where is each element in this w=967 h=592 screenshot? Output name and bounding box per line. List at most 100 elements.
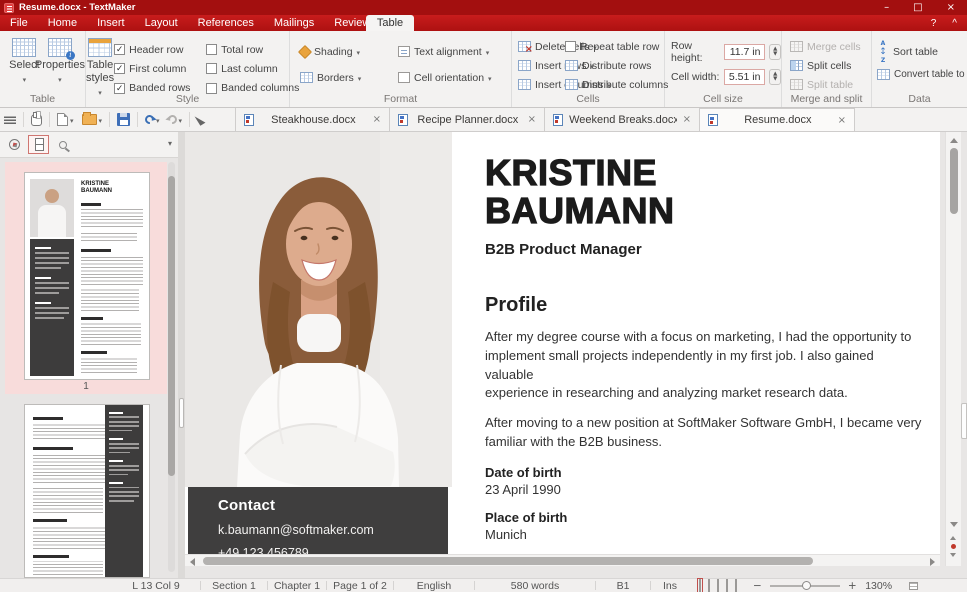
cell-width-stepper[interactable]: ▲▼ xyxy=(769,69,781,85)
check-first-column[interactable]: ✓First column xyxy=(114,59,206,78)
splitter-grip[interactable] xyxy=(179,398,184,428)
zoom-out-button[interactable]: − xyxy=(753,580,762,592)
open-folder-icon xyxy=(82,114,97,125)
vertical-scrollbar-thumb[interactable] xyxy=(950,148,958,214)
section-indicator[interactable]: Section 1 xyxy=(201,580,267,592)
menu-home[interactable]: Home xyxy=(38,15,87,31)
distribute-columns-button[interactable]: Distribute columns xyxy=(565,75,664,94)
sidebar-scrollbar[interactable] xyxy=(168,162,175,572)
cell-reference[interactable]: B1 xyxy=(596,580,650,592)
split-cells-button[interactable]: Split cells xyxy=(790,56,871,75)
help-button[interactable]: ? xyxy=(931,18,937,29)
chevron-down-icon xyxy=(70,114,74,126)
minimize-button[interactable]: – xyxy=(884,2,889,13)
horizontal-scrollbar-thumb[interactable] xyxy=(203,557,813,565)
properties-button[interactable]: Properties xyxy=(35,31,85,85)
close-tab-icon[interactable]: × xyxy=(373,114,381,125)
reading-view-button[interactable] xyxy=(726,580,728,592)
search-button[interactable] xyxy=(52,135,73,154)
page2-thumbnail[interactable] xyxy=(24,404,150,578)
zoom-slider-handle[interactable] xyxy=(802,581,811,590)
menu-file[interactable]: File xyxy=(0,15,38,31)
repeat-table-row-check[interactable]: Repeat table row xyxy=(565,37,664,56)
sort-table-button[interactable]: A↕Z Sort table xyxy=(877,41,967,63)
doc-tab-resume[interactable]: Resume.docx × xyxy=(700,108,855,131)
resume-page[interactable]: Contact k.baumann@softmaker.com +49 123 … xyxy=(185,132,940,566)
scroll-right-arrow[interactable] xyxy=(930,558,935,566)
page-indicator[interactable]: Page 1 of 2 xyxy=(327,580,393,592)
zoom-level[interactable]: 130% xyxy=(857,580,901,592)
chapter-indicator[interactable]: Chapter 1 xyxy=(268,580,326,592)
convert-table-button[interactable]: Convert table to text xyxy=(877,63,967,85)
chevron-down-icon xyxy=(357,46,361,58)
scroll-down-arrow[interactable] xyxy=(950,522,958,527)
split-window-grip[interactable] xyxy=(961,403,967,439)
zoom-slider[interactable] xyxy=(770,585,840,587)
zoom-options-icon[interactable] xyxy=(909,582,918,590)
horizontal-scrollbar[interactable] xyxy=(185,554,940,566)
doc-tab-steakhouse[interactable]: Steakhouse.docx × xyxy=(235,108,390,131)
redo-button[interactable] xyxy=(164,108,187,131)
sidebar-toggle-button[interactable] xyxy=(0,108,20,131)
page1-number: 1 xyxy=(5,381,167,392)
word-count[interactable]: 580 words xyxy=(475,580,595,592)
fullscreen-view-button[interactable] xyxy=(717,580,719,592)
close-button[interactable]: × xyxy=(947,2,955,13)
next-page-button[interactable] xyxy=(950,553,956,557)
maximize-button[interactable]: □ xyxy=(913,2,922,13)
close-tab-icon[interactable]: × xyxy=(528,114,536,125)
continuous-view-button[interactable] xyxy=(708,580,710,592)
collapse-ribbon-button[interactable]: ^ xyxy=(952,18,957,29)
doc-tab-recipe-planner[interactable]: Recipe Planner.docx × xyxy=(390,108,545,131)
close-tab-icon[interactable]: × xyxy=(683,114,691,125)
profile-paragraph-2: After moving to a new position at SoftMa… xyxy=(485,414,925,451)
menu-mailings[interactable]: Mailings xyxy=(264,15,324,31)
zoom-in-button[interactable]: + xyxy=(848,580,857,592)
tab-table-context[interactable]: Table xyxy=(366,15,414,31)
chevron-down-icon xyxy=(99,114,103,126)
book-view-button[interactable] xyxy=(735,580,737,592)
normal-view-button[interactable] xyxy=(699,580,701,592)
cell-width-input[interactable]: 5.51 in xyxy=(724,69,765,85)
row-height-stepper[interactable]: ▲▼ xyxy=(769,44,781,60)
page1-thumbnail-selected[interactable]: KRISTINEBAUMANN 1 xyxy=(5,162,167,394)
menu-insert[interactable]: Insert xyxy=(87,15,135,31)
cursor-position[interactable]: L 13 Col 9 xyxy=(112,580,200,592)
pan-tool-button[interactable] xyxy=(27,108,46,131)
menu-references[interactable]: References xyxy=(188,15,264,31)
previous-page-button[interactable] xyxy=(950,536,956,540)
open-document-button[interactable] xyxy=(78,108,107,131)
browse-object-button[interactable] xyxy=(951,544,956,549)
ribbon-group-data: A↕Z Sort table Convert table to text Dat… xyxy=(872,31,967,107)
vertical-scrollbar[interactable] xyxy=(945,132,961,566)
new-document-button[interactable] xyxy=(53,108,78,131)
cell-orientation-button[interactable]: Cell orientation xyxy=(398,68,518,87)
distribute-rows-button[interactable]: Distribute rows xyxy=(565,56,664,75)
scroll-up-arrow[interactable] xyxy=(950,138,958,143)
object-mode-button[interactable] xyxy=(193,108,207,131)
doc-tab-weekend-breaks[interactable]: Weekend Breaks.docx × xyxy=(545,108,700,131)
shading-button[interactable]: Shading xyxy=(300,42,398,61)
distribute-columns-icon xyxy=(565,79,578,90)
insert-mode-indicator[interactable]: Ins xyxy=(651,580,689,592)
language-indicator[interactable]: English xyxy=(394,580,474,592)
table-styles-button[interactable]: Table styles xyxy=(86,31,114,98)
text-alignment-button[interactable]: Text alignment xyxy=(398,42,518,61)
close-tab-icon[interactable]: × xyxy=(838,115,846,126)
save-button[interactable] xyxy=(113,108,134,131)
page-thumbnails-button[interactable] xyxy=(28,135,49,154)
scroll-left-arrow[interactable] xyxy=(190,558,195,566)
browse-object-controls xyxy=(950,536,956,557)
book-view-icon xyxy=(735,579,737,592)
borders-button[interactable]: Borders xyxy=(300,68,398,87)
pob-label: Place of birth xyxy=(485,510,925,525)
menu-layout[interactable]: Layout xyxy=(135,15,188,31)
sidebar-scrollbar-thumb[interactable] xyxy=(168,176,175,476)
check-header-row[interactable]: ✓Header row xyxy=(114,40,206,59)
table-styles-icon xyxy=(88,38,112,57)
sidebar-splitter[interactable] xyxy=(178,132,185,578)
navigation-compass-button[interactable] xyxy=(4,135,25,154)
undo-button[interactable] xyxy=(141,108,164,131)
sidebar-options-chevron[interactable]: ▾ xyxy=(168,139,172,148)
row-height-input[interactable]: 11.7 in xyxy=(724,44,765,60)
